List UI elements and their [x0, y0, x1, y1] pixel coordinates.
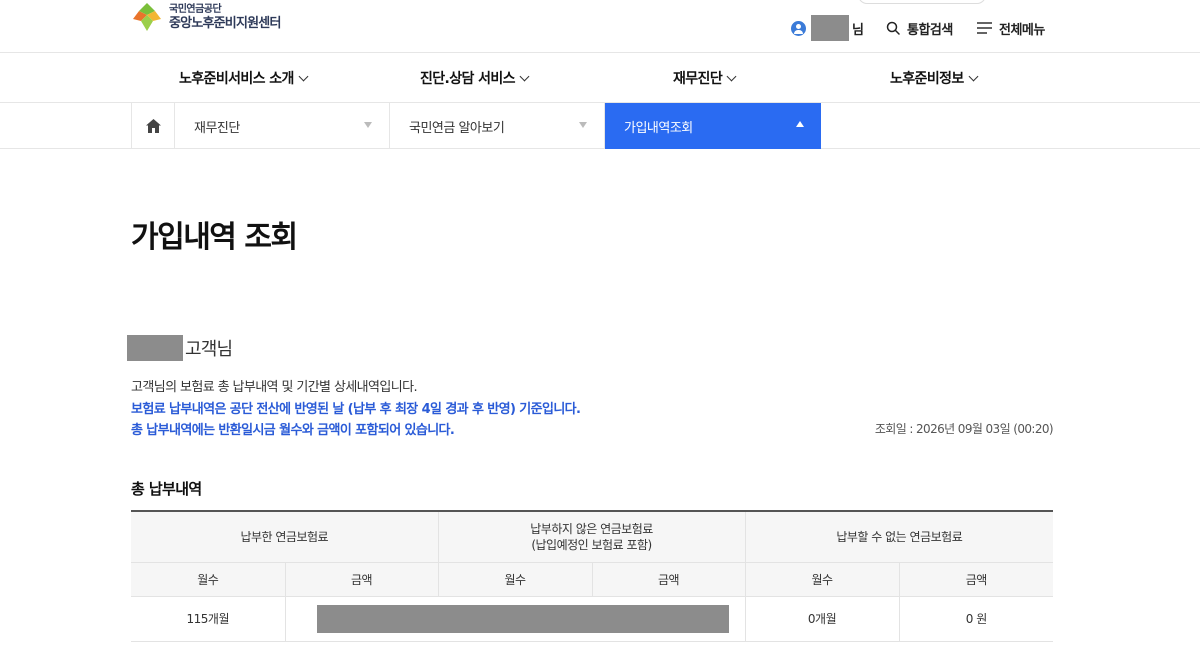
group-header-paid: 납부한 연금보험료	[131, 510, 439, 563]
subheader-not-payable-months: 월수	[744, 562, 900, 597]
nav-item-label: 재무진단	[673, 71, 723, 87]
nav-item-diagnosis-consult[interactable]: 진단.상담 서비스	[420, 53, 530, 103]
subheader-unpaid-amount: 금액	[591, 562, 746, 597]
cell-redacted-amounts	[284, 596, 746, 642]
redacted-user-name	[811, 15, 849, 41]
total-payment-table: 납부한 연금보험료 납부하지 않은 연금보험료 (납입예정인 보험료 포함) 납…	[131, 510, 1054, 642]
nav-item-label: 노후준비서비스 소개	[179, 71, 294, 87]
cell-paid-months: 115개월	[131, 596, 285, 642]
customer-greeting: 고객님	[127, 335, 233, 361]
home-button[interactable]	[131, 103, 175, 149]
nav-item-retirement-info[interactable]: 노후준비정보	[890, 53, 979, 103]
top-search-box[interactable]	[858, 0, 986, 4]
site-logo[interactable]: 국민연금공단 중앙노후준비지원센터	[131, 0, 281, 34]
user-honorific: 님	[852, 22, 864, 38]
chevron-down-icon	[298, 71, 309, 81]
group-header-unpaid-line1: 납부하지 않은 연금보험료	[530, 521, 653, 536]
page-title: 가입내역 조회	[131, 220, 298, 255]
top-header: 국민연금공단 중앙노후준비지원센터 님 통합검색 전체메뉴	[0, 0, 1200, 53]
nav-item-label: 진단.상담 서비스	[420, 71, 516, 87]
caret-down-icon	[579, 122, 587, 128]
search-icon	[886, 21, 900, 35]
home-icon	[145, 119, 161, 133]
subheader-not-payable-amount: 금액	[898, 562, 1054, 597]
location-depth1-label: 재무진단	[194, 120, 240, 136]
redacted-amount-block	[316, 604, 729, 633]
caret-down-icon	[364, 122, 372, 128]
location-bar: 재무진단 국민연금 알아보기 가입내역조회	[0, 103, 1200, 149]
logo-emblem-icon	[133, 3, 161, 31]
integrated-search-button[interactable]: 통합검색	[886, 19, 953, 38]
all-menu-button[interactable]: 전체메뉴	[977, 19, 1045, 38]
caret-up-icon	[796, 121, 804, 127]
logo-center-name: 중앙노후준비지원센터	[169, 15, 281, 31]
all-menu-label: 전체메뉴	[999, 22, 1045, 38]
query-date: 조회일 : 2026년 09월 03일 (00:20)	[874, 422, 1054, 436]
nav-item-service-intro[interactable]: 노후준비서비스 소개	[179, 53, 309, 103]
logo-org-name: 국민연금공단	[169, 3, 222, 15]
location-depth3-label: 가입내역조회	[624, 120, 693, 136]
intro-description: 고객님의 보험료 총 납부내역 및 기간별 상세내역입니다.	[131, 380, 418, 395]
main-navigation: 노후준비서비스 소개 진단.상담 서비스 재무진단 노후준비정보	[0, 53, 1200, 103]
customer-honorific: 고객님	[185, 339, 233, 360]
integrated-search-label: 통합검색	[907, 22, 953, 38]
user-info[interactable]: 님	[791, 15, 864, 41]
nav-item-financial-diagnosis[interactable]: 재무진단	[673, 53, 737, 103]
subheader-paid-months: 월수	[131, 562, 285, 597]
notice-reflection-basis: 보험료 납부내역은 공단 전산에 반영된 날 (납부 후 최장 4일 경과 후 …	[131, 402, 581, 417]
user-circle-icon	[791, 20, 806, 36]
cell-not-payable-amount: 0 원	[898, 596, 1054, 642]
chevron-down-icon	[726, 71, 737, 81]
location-dropdown-depth3[interactable]: 가입내역조회	[605, 103, 821, 149]
location-depth2-label: 국민연금 알아보기	[409, 120, 505, 136]
subheader-unpaid-months: 월수	[437, 562, 593, 597]
section-title-total-payment: 총 납부내역	[131, 480, 202, 498]
location-dropdown-depth1[interactable]: 재무진단	[175, 103, 390, 149]
chevron-down-icon	[968, 71, 979, 81]
hamburger-icon	[977, 22, 992, 34]
notice-lump-sum-included: 총 납부내역에는 반환일시금 월수와 금액이 포함되어 있습니다.	[131, 423, 455, 438]
subheader-paid-amount: 금액	[284, 562, 439, 597]
group-header-unpaid: 납부하지 않은 연금보험료 (납입예정인 보험료 포함)	[437, 510, 746, 563]
location-dropdown-depth2[interactable]: 국민연금 알아보기	[390, 103, 605, 149]
group-header-not-payable: 납부할 수 없는 연금보험료	[744, 510, 1054, 563]
table-row: 115개월 0개월 0 원	[131, 596, 1054, 642]
chevron-down-icon	[519, 71, 530, 81]
group-header-unpaid-line2: (납입예정인 보험료 포함)	[531, 537, 652, 552]
nav-item-label: 노후준비정보	[890, 71, 964, 87]
cell-not-payable-months: 0개월	[744, 596, 900, 642]
redacted-customer-name	[127, 335, 183, 361]
